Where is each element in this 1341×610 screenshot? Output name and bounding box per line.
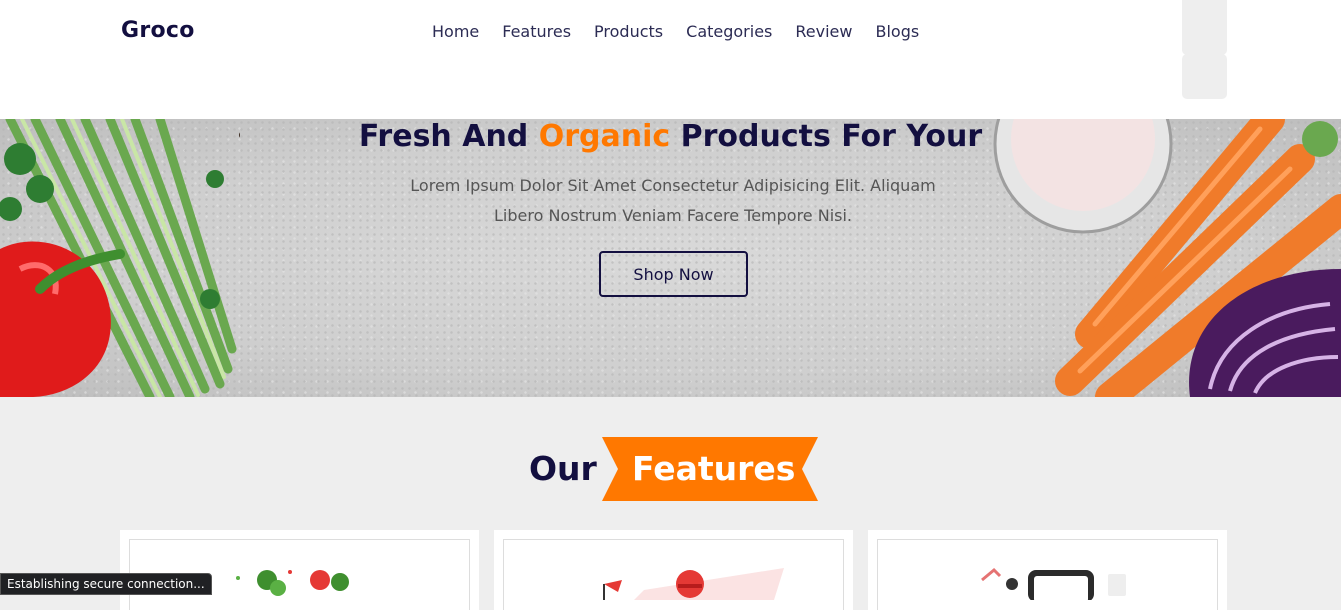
main-nav: Home Features Products Categories Review… [432,22,919,41]
hero-title: Fresh And Organic Products For Your [0,119,1341,154]
site-header: Groco Home Features Products Categories … [0,0,1341,119]
feature-card-inner [503,539,844,610]
search-icon[interactable] [1182,10,1227,55]
hero-section: Fresh And Organic Products For Your Lore… [0,119,1341,397]
nav-home[interactable]: Home [432,22,479,41]
hero-title-accent: Organic [538,119,671,154]
nav-categories[interactable]: Categories [686,22,772,41]
shop-now-button[interactable]: Shop Now [599,251,748,297]
hero-subtitle: Lorem Ipsum Dolor Sit Amet Consectetur A… [410,176,936,225]
logo[interactable]: Groco [121,18,195,43]
features-heading-accent: Features [632,449,796,488]
features-heading-plain: Our [529,449,597,488]
nav-review[interactable]: Review [795,22,852,41]
vegetables-right-image [993,119,1341,397]
nav-products[interactable]: Products [594,22,663,41]
feature-card-inner [877,539,1218,610]
features-heading: Our Features [0,437,1341,501]
vegetables-left-image [0,119,240,397]
feature-card-fresh-organic [120,530,479,610]
nav-features[interactable]: Features [502,22,571,41]
delivery-illustration [603,568,784,600]
payment-illustration [981,567,1126,602]
hero-title-post: Products For Your [670,119,983,154]
feature-card-easy-payments [868,530,1227,610]
browser-status-tooltip: Establishing secure connection... [0,573,212,595]
hero-title-pre: Fresh And [358,119,539,154]
feature-card-free-delivery [494,530,853,610]
nav-blogs[interactable]: Blogs [875,22,919,41]
cart-icon[interactable] [1182,54,1227,99]
